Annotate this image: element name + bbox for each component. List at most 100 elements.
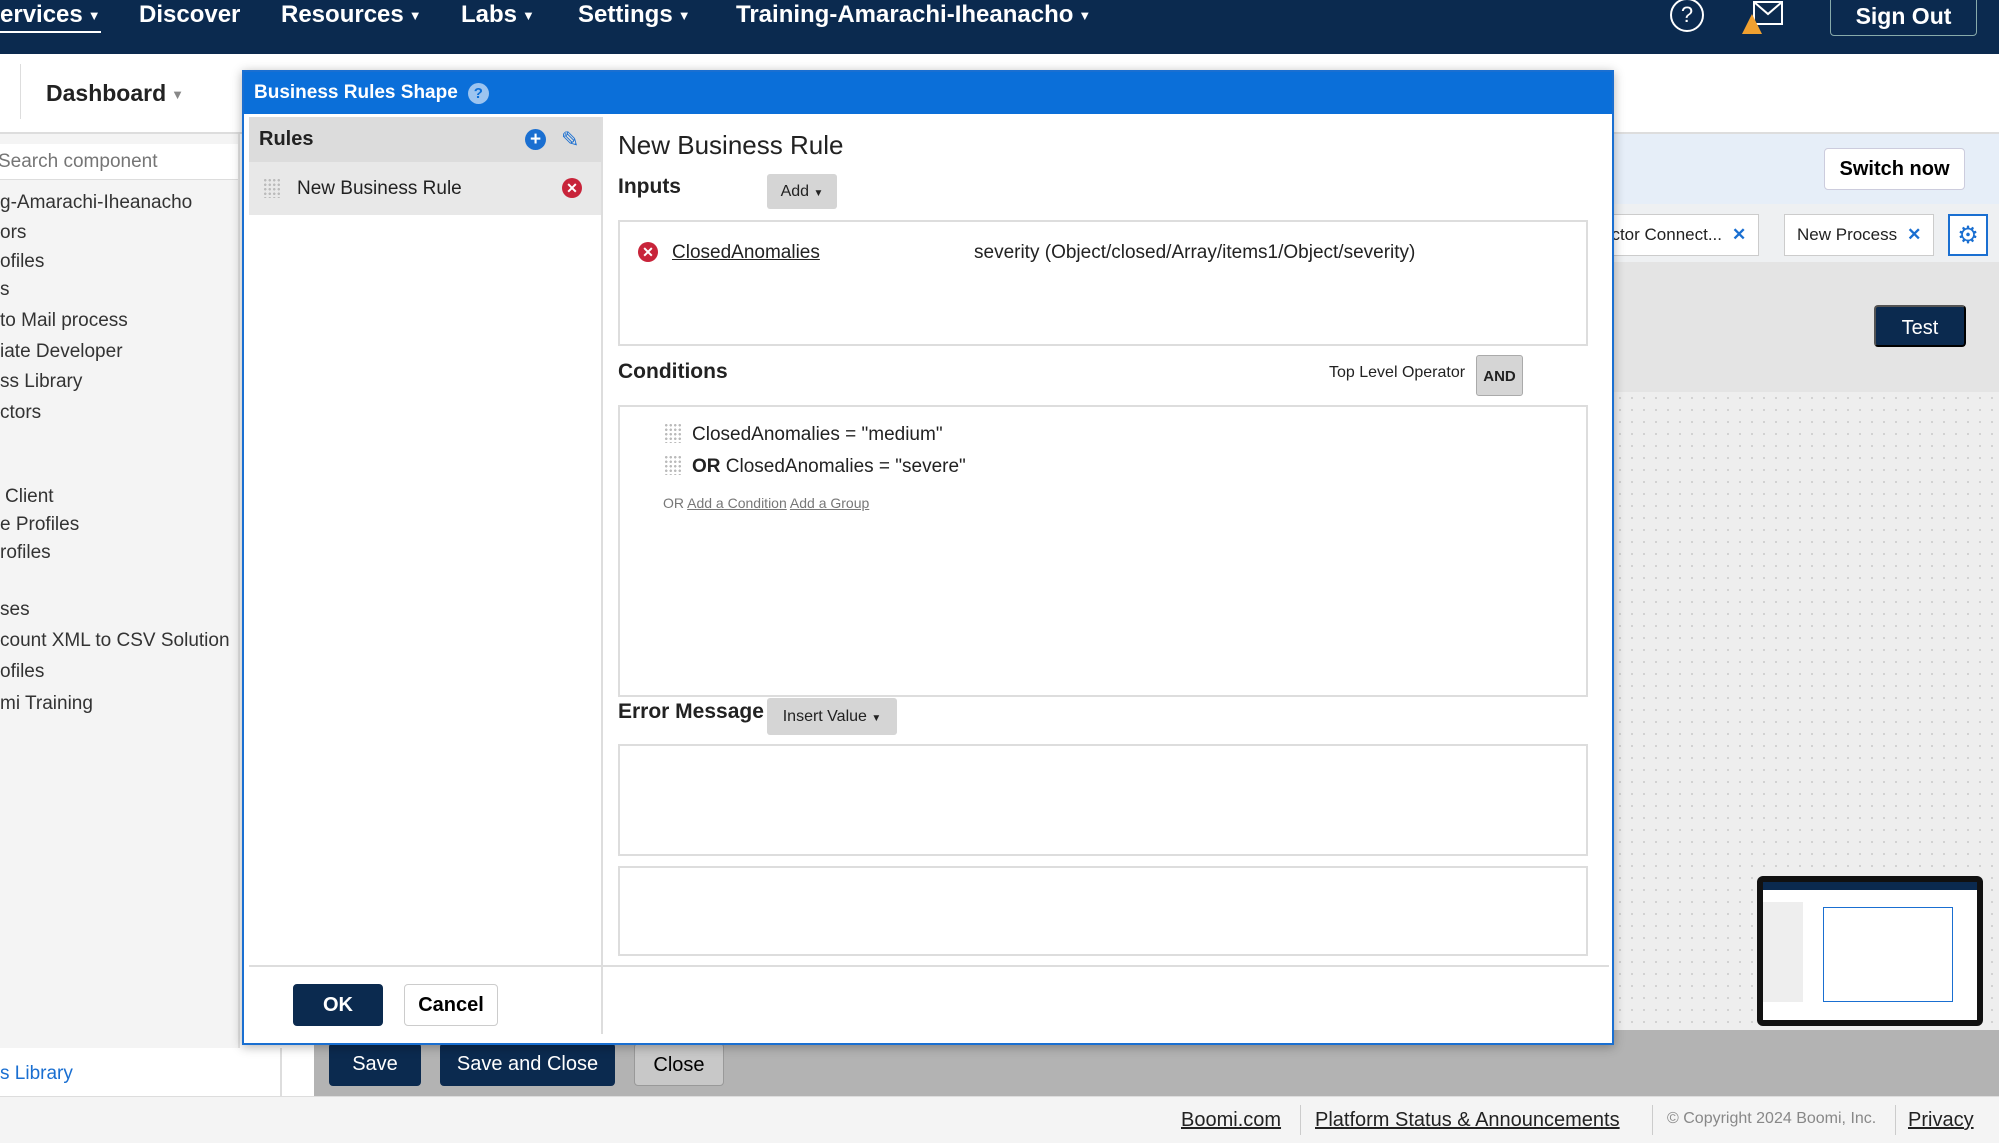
- input-path: severity (Object/closed/Array/items1/Obj…: [974, 242, 1416, 263]
- top-level-operator-toggle[interactable]: AND: [1476, 355, 1523, 396]
- sidebar-item[interactable]: Client: [5, 486, 54, 508]
- mail-alert-icon[interactable]: [1740, 0, 1784, 36]
- sidebar-item[interactable]: mi Training: [0, 693, 93, 715]
- search-component-input[interactable]: [0, 144, 238, 180]
- sidebar-item[interactable]: e Profiles: [0, 514, 79, 536]
- drag-handle-icon[interactable]: [664, 423, 682, 443]
- rule-title: New Business Rule: [618, 130, 844, 160]
- platform-status-link[interactable]: Platform Status & Announcements: [1315, 1109, 1620, 1132]
- edit-rule-icon[interactable]: ✎: [561, 117, 579, 162]
- dashboard-label: Dashboard: [46, 80, 167, 106]
- boomi-link[interactable]: Boomi.com: [1181, 1109, 1281, 1132]
- component-sidebar: g-Amarachi-Iheanacho ors ofiles s to Mai…: [0, 134, 240, 1048]
- switch-now-button[interactable]: Switch now: [1824, 148, 1965, 190]
- error-message-preview: [618, 866, 1588, 956]
- sidebar-bottom: s Library: [0, 1048, 282, 1096]
- cancel-button[interactable]: Cancel: [404, 984, 498, 1026]
- add-label: Add: [780, 183, 810, 200]
- tab-connector[interactable]: ector Connect... ✕: [1590, 214, 1760, 256]
- error-message-label: Error Message: [618, 700, 764, 723]
- nav-labs[interactable]: Labs ▼: [461, 0, 535, 31]
- add-rule-icon[interactable]: +: [525, 129, 546, 150]
- condition-operator: OR: [692, 456, 721, 477]
- nav-label: Training-Amarachi-Iheanacho: [736, 1, 1074, 28]
- inputs-label: Inputs: [618, 175, 681, 198]
- divider: [20, 64, 21, 119]
- ok-button[interactable]: OK: [293, 984, 383, 1026]
- copyright: © Copyright 2024 Boomi, Inc.: [1667, 1110, 1877, 1127]
- help-icon[interactable]: ?: [1670, 0, 1704, 32]
- condition-text: ClosedAnomalies = "severe": [725, 456, 966, 477]
- input-name-link[interactable]: ClosedAnomalies: [672, 242, 820, 264]
- nav-label: Labs: [461, 1, 518, 28]
- dialog-title-bar[interactable]: Business Rules Shape?: [244, 72, 1612, 114]
- business-rules-dialog: Business Rules Shape? Rules + ✎ New Busi…: [242, 70, 1614, 1045]
- top-level-operator-label: Top Level Operator: [1329, 364, 1466, 381]
- minimap-preview: [1763, 882, 1977, 1020]
- nav-discover[interactable]: Discover: [139, 0, 240, 30]
- conditions-box: ClosedAnomalies = "medium" OR ClosedAnom…: [618, 405, 1588, 697]
- nav-label: Settings: [578, 1, 673, 28]
- sidebar-item[interactable]: ss Library: [0, 371, 82, 393]
- help-icon[interactable]: ?: [467, 83, 489, 104]
- rules-header: Rules + ✎: [249, 117, 601, 162]
- add-input-button[interactable]: Add ▼: [767, 174, 837, 209]
- insert-value-label: Insert Value: [782, 708, 867, 725]
- gear-icon[interactable]: ⚙: [1948, 214, 1988, 256]
- canvas-minimap[interactable]: [1757, 876, 1983, 1026]
- sidebar-item[interactable]: ofiles: [0, 251, 44, 273]
- tab-label: New Process: [1797, 225, 1898, 244]
- nav-resources[interactable]: Resources ▼: [281, 0, 422, 31]
- nav-settings[interactable]: Settings ▼: [578, 0, 691, 31]
- dashboard-menu[interactable]: Dashboard ▼: [46, 80, 184, 107]
- close-tab-icon[interactable]: ✕: [1907, 225, 1921, 244]
- sidebar-item[interactable]: ses: [0, 599, 30, 621]
- condition-row[interactable]: OR ClosedAnomalies = "severe": [692, 456, 966, 478]
- rules-panel: Rules + ✎ New Business Rule ✕: [249, 117, 603, 1034]
- add-condition-link[interactable]: Add a Condition: [687, 495, 787, 511]
- close-tab-icon[interactable]: ✕: [1732, 225, 1746, 244]
- close-button[interactable]: Close: [634, 1043, 724, 1086]
- nav-account[interactable]: Training-Amarachi-Iheanacho ▼: [736, 0, 1091, 31]
- top-nav: ervices ▼ Discover Resources ▼ Labs ▼ Setti…: [0, 0, 1999, 54]
- sidebar-item[interactable]: count XML to CSV Solution: [0, 630, 230, 652]
- nav-label: ervices: [0, 1, 83, 28]
- tab-label: ector Connect...: [1602, 225, 1723, 244]
- nav-services[interactable]: ervices ▼: [0, 0, 101, 33]
- footer: Boomi.com Platform Status & Announcement…: [0, 1096, 1999, 1143]
- library-link[interactable]: s Library: [0, 1063, 73, 1085]
- sidebar-item[interactable]: ctors: [0, 402, 41, 424]
- rule-list-item[interactable]: New Business Rule ✕: [249, 162, 601, 215]
- sidebar-item[interactable]: g-Amarachi-Iheanacho: [0, 192, 192, 214]
- conditions-label: Conditions: [618, 360, 728, 383]
- save-and-close-button[interactable]: Save and Close: [440, 1043, 615, 1086]
- sidebar-item[interactable]: ofiles: [0, 661, 44, 683]
- test-button[interactable]: Test: [1874, 305, 1966, 347]
- nav-label: Resources: [281, 1, 404, 28]
- tab-new-process[interactable]: New Process ✕: [1784, 214, 1935, 256]
- delete-rule-icon[interactable]: ✕: [562, 178, 582, 198]
- inputs-box: ✕ ClosedAnomalies severity (Object/close…: [618, 220, 1588, 346]
- sidebar-item[interactable]: iate Developer: [0, 341, 123, 363]
- add-group-link[interactable]: Add a Group: [790, 495, 869, 511]
- divider: [1895, 1105, 1896, 1135]
- add-links: OR Add a Condition Add a Group: [663, 495, 869, 511]
- condition-row[interactable]: ClosedAnomalies = "medium": [692, 424, 943, 446]
- sidebar-item[interactable]: s: [0, 279, 10, 301]
- error-message-input[interactable]: [618, 744, 1588, 856]
- save-button[interactable]: Save: [329, 1043, 421, 1086]
- sidebar-item[interactable]: to Mail process: [0, 310, 128, 332]
- divider: [1652, 1105, 1653, 1135]
- drag-handle-icon[interactable]: [263, 178, 281, 198]
- privacy-link[interactable]: Privacy: [1908, 1109, 1974, 1132]
- divider: [1300, 1105, 1301, 1135]
- drag-handle-icon[interactable]: [664, 455, 682, 475]
- sign-out-button[interactable]: Sign Out: [1830, 0, 1977, 36]
- sidebar-item[interactable]: ors: [0, 222, 26, 244]
- rule-name: New Business Rule: [297, 178, 462, 199]
- condition-text: ClosedAnomalies = "medium": [692, 424, 943, 445]
- or-prefix: OR: [663, 495, 684, 511]
- sidebar-item[interactable]: rofiles: [0, 542, 51, 564]
- remove-input-icon[interactable]: ✕: [638, 242, 658, 262]
- insert-value-button[interactable]: Insert Value ▼: [767, 698, 897, 735]
